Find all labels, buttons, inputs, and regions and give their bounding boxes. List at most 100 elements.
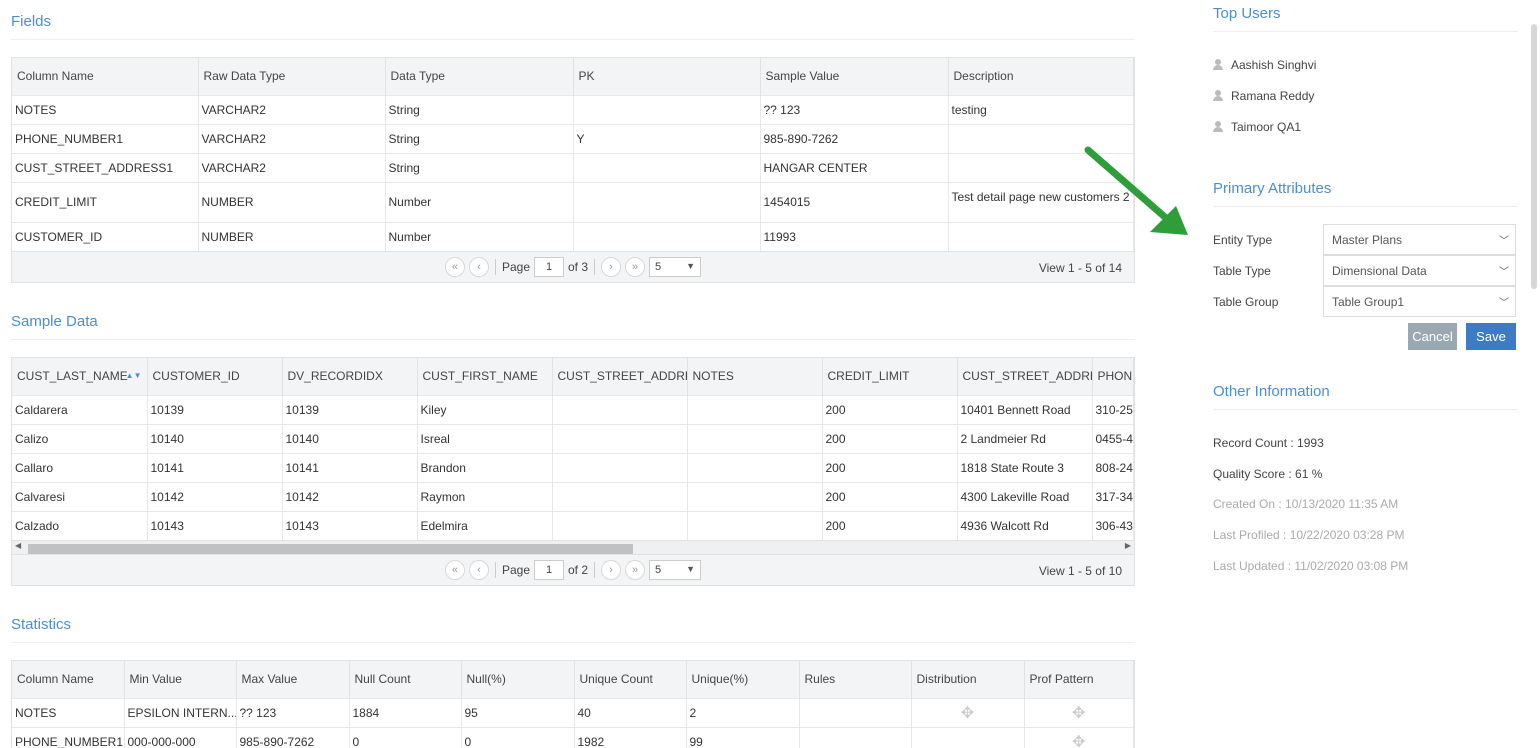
table-cell: Isreal: [417, 423, 553, 453]
entity-type-select[interactable]: Master Plans ﹀: [1323, 224, 1516, 255]
table-row[interactable]: NOTES VARCHAR2 String ?? 123 testing: [12, 94, 1134, 124]
table-cell: 95: [461, 697, 575, 727]
table-group-select[interactable]: Table Group1 ﹀: [1323, 286, 1516, 317]
column-header[interactable]: CUST_FIRST_NAME: [417, 358, 553, 395]
column-header[interactable]: PK: [573, 58, 761, 95]
table-row[interactable]: Calzado 10143 10143 Edelmira 200 4936 Wa…: [12, 510, 1134, 540]
column-header[interactable]: Raw Data Type: [198, 58, 386, 95]
table-cell: 1982: [574, 726, 687, 748]
move-icon[interactable]: ✥: [961, 703, 974, 723]
table-cell: 200: [822, 394, 958, 424]
column-header[interactable]: Unique Count: [574, 661, 687, 698]
cancel-button[interactable]: Cancel: [1408, 323, 1457, 350]
table-cell: 200: [822, 423, 958, 453]
table-row[interactable]: Calizo 10140 10140 Isreal 200 2 Landmeie…: [12, 423, 1134, 453]
table-row[interactable]: PHONE_NUMBER1 000-000-000 985-890-7262 0…: [12, 726, 1134, 748]
list-item[interactable]: Ramana Reddy: [1213, 80, 1518, 111]
first-page-icon[interactable]: «: [444, 560, 465, 580]
column-header[interactable]: Unique(%): [686, 661, 800, 698]
primary-attributes-title: Primary Attributes: [1213, 175, 1518, 207]
distribution-cell: ✥: [911, 697, 1025, 727]
list-item[interactable]: Aashish Singhvi: [1213, 49, 1518, 80]
horizontal-scrollbar[interactable]: ◀ ▶: [12, 540, 1134, 554]
page-label: Page: [501, 260, 530, 274]
pager-divider: [594, 259, 596, 275]
table-cell: [552, 481, 688, 511]
column-header[interactable]: CUST_STREET_ADDRESS2: [552, 358, 688, 395]
table-cell: [552, 452, 688, 482]
page-label: Page: [501, 563, 530, 577]
column-header[interactable]: Sample Value: [760, 58, 949, 95]
last-page-icon[interactable]: »: [625, 560, 646, 580]
move-icon[interactable]: ✥: [1072, 703, 1085, 723]
table-cell: 0: [461, 726, 575, 748]
column-header[interactable]: Null(%): [461, 661, 575, 698]
column-header[interactable]: PHONE_NUMBER1: [1092, 358, 1134, 395]
user-icon: [1213, 90, 1223, 101]
next-page-icon[interactable]: ›: [601, 257, 622, 277]
scrollbar-thumb[interactable]: [28, 544, 633, 554]
table-cell: 40: [574, 697, 687, 727]
sample-header-row: ▲▼ CUST_LAST_NAME CUSTOMER_ID DV_RECORDID…: [12, 358, 1134, 395]
table-row[interactable]: CREDIT_LIMIT NUMBER Number 1454015 Test …: [12, 181, 1134, 222]
chevron-down-icon: ﹀: [1499, 298, 1509, 309]
table-cell[interactable]: testing: [948, 94, 1134, 124]
page-size-select[interactable]: 5 ▼: [649, 560, 702, 580]
column-header[interactable]: ▲▼ CUST_LAST_NAME: [12, 358, 148, 395]
table-cell: 10142: [282, 481, 418, 511]
column-header[interactable]: CUSTOMER_ID: [147, 358, 283, 395]
prev-page-icon[interactable]: ‹: [468, 560, 489, 580]
column-header[interactable]: CREDIT_LIMIT: [822, 358, 958, 395]
table-row[interactable]: CUSTOMER_ID NUMBER Number 11993: [12, 221, 1134, 251]
table-cell: 1884: [349, 697, 462, 727]
page-input[interactable]: 1: [534, 560, 564, 580]
table-row[interactable]: NOTES EPSILON INTERN... ?? 123 1884 95 4…: [12, 697, 1134, 727]
scroll-right-icon[interactable]: ▶: [1125, 541, 1131, 550]
table-cell: 200: [822, 481, 958, 511]
table-cell: [552, 423, 688, 453]
column-header[interactable]: Data Type: [385, 58, 574, 95]
list-item[interactable]: Taimoor QA1: [1213, 111, 1518, 142]
last-page-icon[interactable]: »: [625, 257, 646, 277]
top-users-list: Aashish Singhvi Ramana Reddy Taimoor QA1: [1213, 49, 1518, 142]
column-header[interactable]: Distribution: [911, 661, 1025, 698]
column-header[interactable]: Column Name: [12, 661, 125, 698]
page-size-select[interactable]: 5 ▼: [649, 257, 702, 277]
table-row[interactable]: Calvaresi 10142 10142 Raymon 200 4300 La…: [12, 481, 1134, 511]
move-icon[interactable]: ✥: [1072, 732, 1085, 748]
column-header[interactable]: Column Name: [12, 58, 199, 95]
table-type-select[interactable]: Dimensional Data ﹀: [1323, 255, 1516, 286]
first-page-icon[interactable]: «: [444, 257, 465, 277]
table-cell: [573, 181, 761, 222]
vertical-scrollbar[interactable]: [1531, 24, 1537, 289]
prev-page-icon[interactable]: ‹: [468, 257, 489, 277]
column-header[interactable]: Rules: [799, 661, 912, 698]
column-header[interactable]: Min Value: [124, 661, 237, 698]
table-cell: Brandon: [417, 452, 553, 482]
user-icon: [1213, 121, 1223, 132]
table-row[interactable]: CUST_STREET_ADDRESS1 VARCHAR2 String HAN…: [12, 152, 1134, 182]
save-button[interactable]: Save: [1466, 323, 1516, 350]
table-row[interactable]: Caldarera 10139 10139 Kiley 200 10401 Be…: [12, 394, 1134, 424]
table-cell: 985-890-7262: [236, 726, 350, 748]
column-header[interactable]: DV_RECORDIDX: [282, 358, 418, 395]
table-row[interactable]: PHONE_NUMBER1 VARCHAR2 String Y 985-890-…: [12, 123, 1134, 153]
column-header[interactable]: Max Value: [236, 661, 350, 698]
chevron-down-icon: ﹀: [1499, 236, 1509, 247]
table-cell: 200: [822, 452, 958, 482]
table-row[interactable]: Callaro 10141 10141 Brandon 200 1818 Sta…: [12, 452, 1134, 482]
column-header[interactable]: Null Count: [349, 661, 462, 698]
table-cell: 1818 State Route 3: [957, 452, 1093, 482]
table-cell: 99: [686, 726, 800, 748]
other-information-list: Record Count : 1993 Quality Score : 61 %…: [1213, 428, 1518, 581]
sort-icon[interactable]: ▲▼: [126, 371, 142, 380]
column-header[interactable]: NOTES: [687, 358, 823, 395]
column-header[interactable]: CUST_STREET_ADDRESS1: [957, 358, 1093, 395]
next-page-icon[interactable]: ›: [601, 560, 622, 580]
page-input[interactable]: 1: [534, 257, 564, 277]
table-cell: 10140: [147, 423, 283, 453]
table-type-label: Table Type: [1213, 263, 1271, 278]
column-header[interactable]: Prof Pattern: [1024, 661, 1134, 698]
column-header[interactable]: Description: [948, 58, 1134, 95]
scroll-left-icon[interactable]: ◀: [15, 541, 21, 550]
